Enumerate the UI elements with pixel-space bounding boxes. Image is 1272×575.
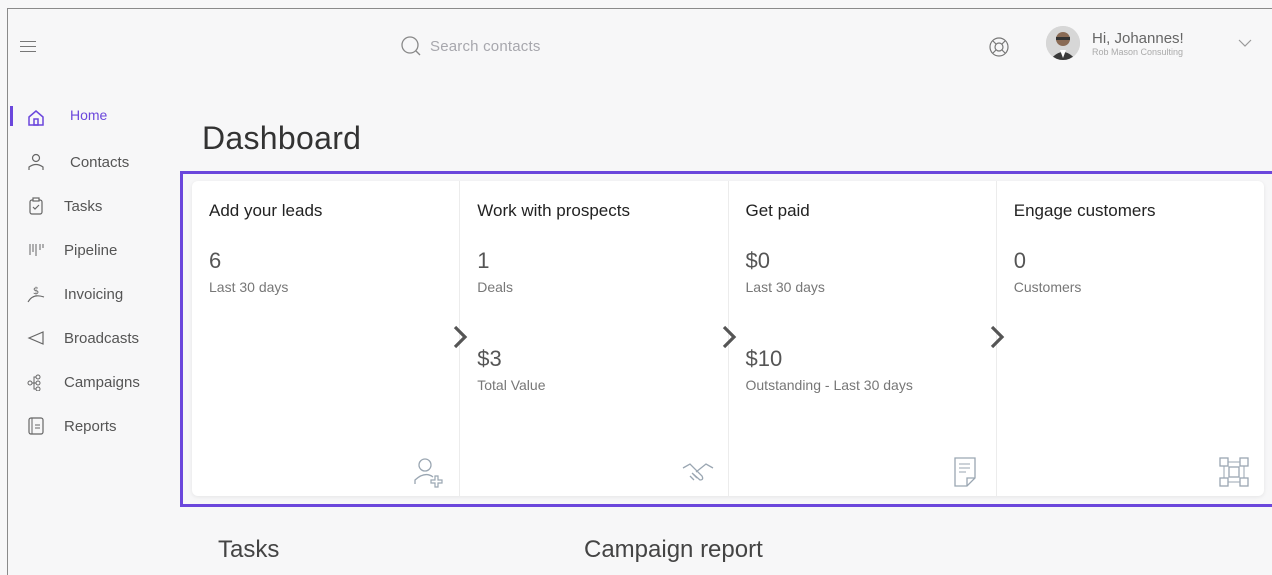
sidebar-item-campaigns[interactable]: Campaigns	[0, 360, 170, 404]
card-title: Engage customers	[1013, 201, 1156, 220]
metric-label: Customers	[1013, 279, 1082, 295]
chevron-down-icon[interactable]	[1238, 38, 1252, 48]
sidebar-item-label: Invoicing	[64, 285, 124, 303]
dollar-icon: $	[27, 285, 45, 303]
sidebar-item-reports[interactable]: Reports	[0, 404, 170, 448]
sidebar-item-label: Tasks	[64, 197, 103, 215]
report-icon	[27, 417, 45, 435]
card-work-prospects[interactable]: Work with prospects 1 Deals $3 Total Val…	[460, 181, 736, 496]
sidebar-item-contacts[interactable]: Contacts	[0, 140, 170, 184]
greeting-name: Hi, Johannes!	[1092, 30, 1184, 47]
sidebar-item-label: Campaigns	[64, 373, 140, 391]
metric-label: Last 30 days	[209, 279, 289, 295]
sidebar-item-label: Contacts	[70, 153, 130, 171]
sidebar-item-invoicing[interactable]: $ Invoicing	[0, 272, 170, 316]
sidebar-item-label: Pipeline	[64, 241, 118, 259]
metric-value: 0	[1013, 248, 1026, 273]
avatar[interactable]	[1046, 26, 1080, 60]
megaphone-icon	[27, 329, 45, 347]
sidebar-item-broadcasts[interactable]: Broadcasts	[0, 316, 170, 360]
menu-icon[interactable]	[20, 41, 36, 53]
pipeline-icon	[27, 241, 45, 259]
page-title: Dashboard	[202, 120, 362, 156]
add-user-icon	[414, 458, 443, 488]
sidebar-item-home[interactable]: Home	[0, 100, 170, 140]
metric-value: $10	[745, 346, 783, 371]
search-icon	[401, 36, 421, 56]
card-get-paid[interactable]: Get paid $0 Last 30 days $10 Outstanding…	[729, 181, 1005, 496]
metric-label: Deals	[477, 279, 514, 295]
sidebar-item-label: Broadcasts	[64, 329, 140, 347]
search-input[interactable]: Search contacts	[430, 38, 541, 55]
invoice-icon	[954, 457, 976, 487]
metric-value: $0	[745, 248, 770, 273]
metric-value: 1	[477, 248, 490, 273]
section-title-campaign-report: Campaign report	[584, 536, 763, 563]
network-icon	[1219, 457, 1249, 487]
metric-value: 6	[209, 248, 222, 273]
sidebar-item-tasks[interactable]: Tasks	[0, 184, 170, 228]
metric-label: Outstanding - Last 30 days	[745, 377, 913, 393]
chevron-right-icon	[722, 325, 736, 349]
sidebar-item-label: Reports	[64, 417, 117, 435]
home-icon	[27, 109, 45, 127]
metric-label: Total Value	[477, 377, 546, 393]
clipboard-icon	[27, 197, 45, 215]
help-icon[interactable]	[988, 36, 1010, 58]
metric-label: Last 30 days	[745, 279, 825, 295]
flow-icon	[27, 373, 45, 391]
sidebar: Home Contacts Tasks Pipeline $ Invoicing…	[0, 100, 170, 448]
metric-value: $3	[477, 346, 502, 371]
section-title-tasks: Tasks	[218, 536, 280, 563]
sidebar-item-pipeline[interactable]: Pipeline	[0, 228, 170, 272]
card-title: Add your leads	[209, 201, 323, 220]
chevron-right-icon	[990, 325, 1005, 349]
card-engage-customers[interactable]: Engage customers 0 Customers	[997, 181, 1264, 496]
company-name: Rob Mason Consulting	[1092, 47, 1184, 57]
card-title: Work with prospects	[477, 201, 630, 220]
card-title: Get paid	[745, 201, 810, 220]
search-bar[interactable]: Search contacts	[400, 35, 541, 57]
handshake-icon	[682, 463, 713, 481]
chevron-right-icon	[454, 325, 468, 349]
user-greeting[interactable]: Hi, Johannes! Rob Mason Consulting	[1092, 30, 1184, 58]
user-icon	[27, 153, 45, 171]
sidebar-item-label: Home	[70, 107, 108, 123]
dashboard-cards: Add your leads 6 Last 30 days Work with …	[192, 181, 1264, 496]
card-add-leads[interactable]: Add your leads 6 Last 30 days	[192, 181, 468, 496]
